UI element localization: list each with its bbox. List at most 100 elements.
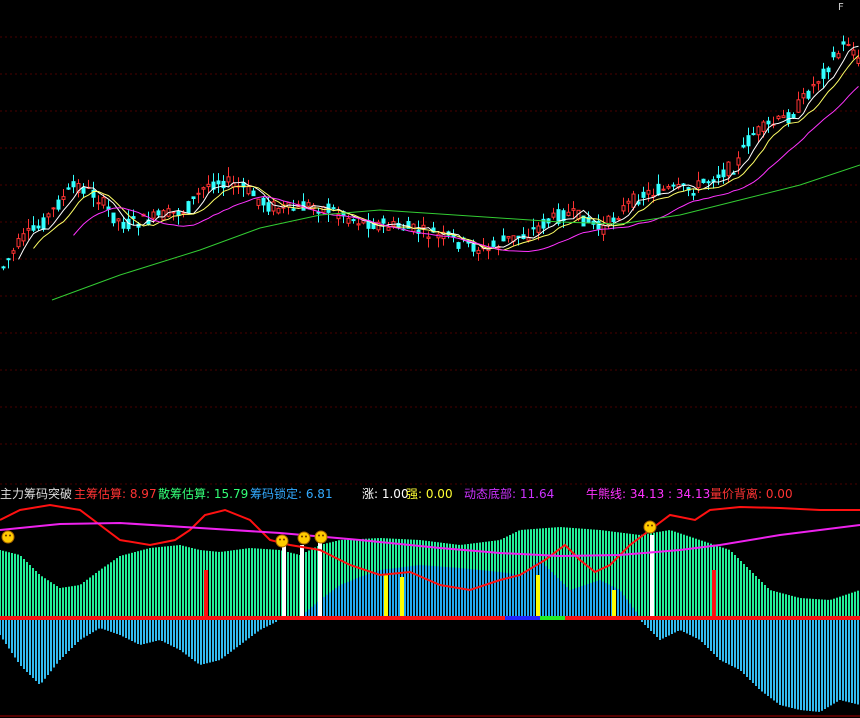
candle-body: [356, 223, 361, 226]
candle-body: [791, 114, 796, 119]
candle-body: [261, 197, 266, 206]
candle-body: [196, 192, 201, 195]
candle-body: [491, 240, 496, 247]
candle-body: [566, 211, 571, 217]
candle-body: [266, 202, 271, 212]
candle-body: [16, 238, 21, 248]
candle-body: [841, 41, 846, 45]
smiley-eye: [318, 534, 320, 537]
candle-body: [716, 174, 721, 179]
candle-body: [816, 81, 821, 84]
candle-body: [806, 90, 811, 99]
candle-body: [346, 217, 351, 224]
candle-body: [746, 135, 751, 147]
smiley-eye: [5, 534, 7, 537]
candle-body: [111, 212, 116, 224]
candle-body: [766, 120, 771, 125]
candle-body: [456, 242, 461, 249]
candle-body: [41, 217, 46, 230]
candle-body: [171, 211, 176, 214]
candle-body: [56, 199, 61, 210]
smiley-eye: [647, 524, 649, 527]
candle-body: [796, 99, 801, 113]
candle-body: [551, 212, 556, 218]
signal-bar: [400, 577, 404, 617]
smiley-icon: [297, 531, 311, 545]
candle-body: [386, 226, 391, 231]
candle-body: [226, 176, 231, 183]
candle-body: [51, 207, 56, 210]
candle-body: [331, 207, 336, 210]
candle-body: [256, 198, 261, 206]
zero-axis-blue: [505, 616, 540, 620]
candle-body: [471, 243, 476, 252]
signal-bar: [300, 545, 304, 617]
candle-body: [851, 49, 856, 56]
smiley-icon: [275, 534, 289, 548]
candle-body: [11, 250, 16, 254]
candle-body: [476, 249, 481, 254]
candle-body: [21, 233, 26, 242]
candle-body: [826, 67, 831, 73]
candle-body: [641, 191, 646, 198]
candle-body: [701, 178, 706, 184]
signal-bar: [204, 570, 208, 617]
candle-body: [101, 197, 106, 206]
candle-body: [761, 121, 766, 132]
candle-body: [271, 201, 276, 212]
candle-body: [506, 235, 511, 239]
candle-body: [36, 225, 41, 229]
candle-body: [836, 53, 841, 59]
candle-body: [741, 144, 746, 148]
smiley-eye: [301, 535, 303, 538]
candle-body: [291, 208, 296, 211]
candle-body: [186, 201, 191, 214]
candle-body: [526, 237, 531, 241]
candle-body: [421, 224, 426, 229]
zero-axis-green: [540, 616, 565, 620]
candle-body: [276, 207, 281, 214]
signal-bar: [384, 575, 388, 617]
candle-body: [601, 224, 606, 235]
candle-body: [751, 133, 756, 136]
ma5-line: [18, 45, 859, 260]
candle-body: [31, 225, 36, 231]
candle-body: [96, 202, 101, 205]
candle-body: [1, 266, 6, 269]
signal-bar: [650, 535, 654, 617]
candle-body: [531, 227, 536, 230]
candle-body: [656, 183, 661, 196]
signal-bar: [536, 575, 540, 617]
candle-body: [61, 196, 66, 200]
candle-body: [536, 225, 541, 233]
candle-body: [671, 184, 676, 187]
candle-body: [821, 68, 826, 79]
candle-body: [246, 186, 251, 195]
candle-body: [216, 180, 221, 185]
candle-body: [176, 210, 181, 216]
candle-body: [721, 169, 726, 178]
candlesticks[interactable]: [1, 35, 860, 271]
candle-body: [71, 181, 76, 188]
label-zhang: 涨: 1.00: [362, 487, 409, 501]
chart-stage[interactable]: [0, 0, 860, 718]
candle-body: [156, 210, 161, 216]
candle-body: [781, 115, 786, 119]
candle-body: [381, 218, 386, 224]
candle-body: [181, 212, 186, 215]
candle-body: [756, 126, 761, 136]
candle-body: [46, 213, 51, 218]
candle-body: [151, 211, 156, 219]
candle-body: [206, 183, 211, 188]
indicator-label-bar: 主力筹码突破 主筹估算: 8.97 散筹估算: 15.79 筹码锁定: 6.81…: [0, 486, 860, 502]
candle-body: [626, 200, 631, 204]
candle-body: [736, 157, 741, 166]
candle-body: [426, 236, 431, 239]
candle-body: [706, 181, 711, 184]
smiley-eye: [305, 535, 307, 538]
candle-body: [161, 210, 166, 221]
candle-body: [201, 187, 206, 190]
smiley-eye: [279, 538, 281, 541]
candle-body: [306, 202, 311, 207]
label-main-chip: 主筹估算: 8.97: [74, 487, 157, 501]
